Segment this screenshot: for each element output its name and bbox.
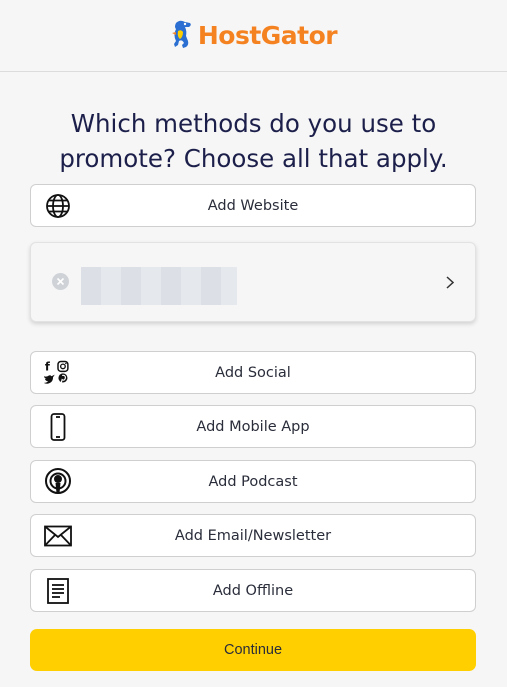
add-mobile-app-label: Add Mobile App: [196, 418, 310, 435]
logo[interactable]: HostGator: [170, 19, 338, 53]
smartphone-icon: [44, 412, 72, 441]
continue-button[interactable]: Continue: [30, 629, 476, 671]
page-title: Which methods do you use to promote? Cho…: [59, 109, 448, 173]
add-website-label: Add Website: [207, 197, 299, 214]
add-email-newsletter-button[interactable]: Add Email/Newsletter: [30, 514, 476, 557]
chevron-right-icon[interactable]: [443, 273, 457, 291]
website-url-redacted: [81, 267, 237, 305]
add-podcast-button[interactable]: Add Podcast: [30, 460, 476, 503]
add-podcast-label: Add Podcast: [208, 473, 298, 490]
podcast-icon: [44, 467, 72, 496]
add-social-button[interactable]: f Add Social: [30, 351, 476, 394]
brand-name: HostGator: [197, 21, 338, 50]
globe-icon: [44, 192, 72, 220]
add-offline-label: Add Offline: [212, 582, 294, 599]
svg-text:f: f: [45, 359, 51, 373]
social-icons: f: [44, 359, 72, 387]
header: HostGator: [0, 0, 507, 72]
added-website-card[interactable]: [30, 242, 476, 322]
gator-icon: [170, 19, 194, 53]
add-mobile-app-button[interactable]: Add Mobile App: [30, 405, 476, 448]
add-offline-button[interactable]: Add Offline: [30, 569, 476, 612]
add-email-newsletter-label: Add Email/Newsletter: [174, 527, 332, 544]
close-circle-icon[interactable]: [52, 273, 69, 290]
add-website-button[interactable]: Add Website: [30, 184, 476, 227]
envelope-icon: [44, 522, 72, 550]
add-social-label: Add Social: [215, 364, 291, 381]
document-icon: [44, 577, 72, 605]
